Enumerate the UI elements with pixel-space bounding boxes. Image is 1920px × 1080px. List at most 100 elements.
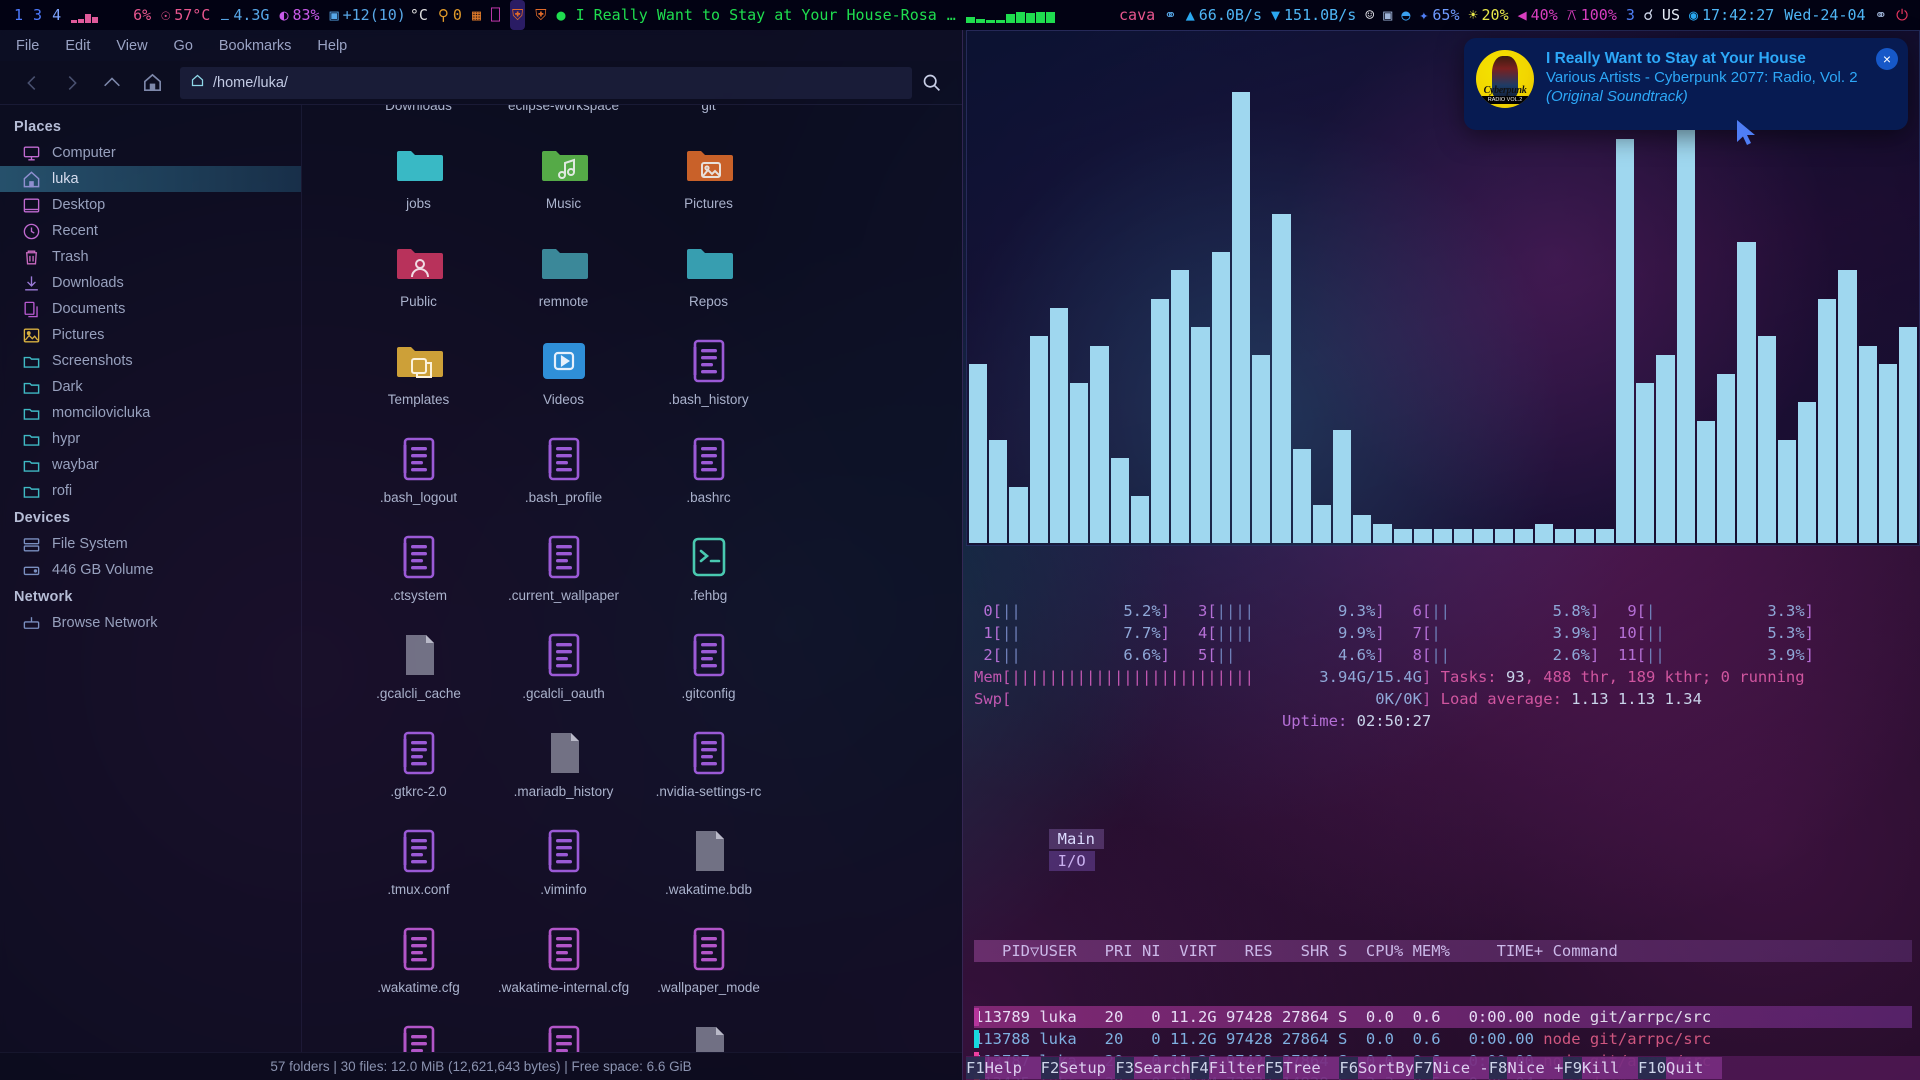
fkey-label-help[interactable]: Help	[984, 1057, 1041, 1079]
bell-dot-icon[interactable]: ☌	[1644, 0, 1653, 30]
menu-file[interactable]: File	[16, 38, 39, 54]
file-item[interactable]: .gitconfig	[636, 625, 781, 723]
file-item[interactable]: .wakatime-internal.cfg	[491, 919, 636, 1017]
file-item[interactable]: .bash_logout	[346, 429, 491, 527]
search-icon[interactable]	[912, 66, 950, 100]
file-item[interactable]: Music	[491, 135, 636, 233]
back-arrow-icon[interactable]	[12, 66, 52, 100]
menu-help[interactable]: Help	[317, 38, 347, 54]
file-item[interactable]: .fehbg	[636, 527, 781, 625]
file-item[interactable]: .zcompdump-arch-5.9.zwc	[636, 1017, 781, 1052]
file-item[interactable]: .gtkrc-2.0	[346, 723, 491, 821]
clock-indicator[interactable]: ◉ 17:42:27 Wed-24-04	[1689, 0, 1866, 30]
fkey-f8[interactable]: F8	[1488, 1057, 1508, 1079]
keyboard-layout[interactable]: US	[1662, 0, 1680, 30]
file-item[interactable]: .ctsystem	[346, 527, 491, 625]
gpu-temp-indicator[interactable]: ▣ +12(10) °C	[330, 0, 428, 30]
fkey-label-setup[interactable]: Setup	[1059, 1057, 1116, 1079]
process-row[interactable]: 113789 luka 20 0 11.2G 97428 27864 S 0.0…	[974, 1006, 1912, 1028]
updates-indicator[interactable]: ⚲ 0	[438, 0, 462, 30]
toolbox-icon-2[interactable]: ⛨	[535, 0, 546, 30]
network-device-icon[interactable]: ⚭	[1164, 0, 1177, 30]
fkey-f2[interactable]: F2	[1040, 1057, 1060, 1079]
fkey-f5[interactable]: F5	[1264, 1057, 1284, 1079]
fkey-f1[interactable]: F1	[966, 1057, 985, 1079]
sidebar-item-dark[interactable]: Dark	[0, 374, 301, 400]
sidebar-item-screenshots[interactable]: Screenshots	[0, 348, 301, 374]
fkey-f9[interactable]: F9	[1563, 1057, 1583, 1079]
fkey-label-filter[interactable]: Filter	[1208, 1057, 1265, 1079]
notification-popup[interactable]: Cyberpunk RADIO VOL.2 I Really Want to S…	[1464, 38, 1908, 130]
spotify-icon[interactable]: ●	[557, 0, 566, 30]
fkey-f3[interactable]: F3	[1115, 1057, 1135, 1079]
workspace-1[interactable]: 1	[14, 0, 23, 30]
fkey-label-kill[interactable]: Kill	[1582, 1057, 1639, 1079]
eye-slash-icon[interactable]: ⚭	[1875, 0, 1888, 30]
fkey-label-tree[interactable]: Tree	[1283, 1057, 1340, 1079]
forward-arrow-icon[interactable]	[52, 66, 92, 100]
sidebar-item-desktop[interactable]: Desktop	[0, 192, 301, 218]
file-item[interactable]: Public	[346, 233, 491, 331]
temperature-indicator[interactable]: ☉ 57°C	[161, 0, 210, 30]
sidebar-item-downloads[interactable]: Downloads	[0, 270, 301, 296]
fkey-label-sortby[interactable]: SortBy	[1358, 1057, 1415, 1079]
file-item[interactable]: .bashrc	[636, 429, 781, 527]
file-item[interactable]: .gcalcli_cache	[346, 625, 491, 723]
fkey-f10[interactable]: F10	[1638, 1057, 1667, 1079]
file-item[interactable]: Pictures	[636, 135, 781, 233]
file-item[interactable]: .wakatime.cfg	[346, 919, 491, 1017]
net-download-indicator[interactable]: ▼ 151.0B/s	[1271, 0, 1356, 30]
file-item[interactable]: .wget-hsts	[346, 1017, 491, 1052]
bluetooth-off-icon[interactable]: ◓	[1401, 0, 1410, 30]
fkey-f7[interactable]: F7	[1414, 1057, 1433, 1079]
sidebar-item-trash[interactable]: Trash	[0, 244, 301, 270]
menu-view[interactable]: View	[116, 38, 147, 54]
file-item[interactable]: .nvidia-settings-rc	[636, 723, 781, 821]
file-item[interactable]: git	[636, 105, 781, 135]
file-item[interactable]: .bash_profile	[491, 429, 636, 527]
brightness-indicator[interactable]: ☀ 20%	[1468, 0, 1508, 30]
process-table-header[interactable]: PID▽USER PRI NI VIRT RES SHR S CPU% MEM%…	[974, 940, 1912, 962]
microphone-indicator[interactable]: ⚻ 100%	[1567, 0, 1617, 30]
sidebar-item-446-gb-volume[interactable]: 446 GB Volume	[0, 557, 301, 583]
tab-main[interactable]: Main	[1048, 829, 1104, 849]
sidebar-item-rofi[interactable]: rofi	[0, 478, 301, 504]
fkey-label-nice -[interactable]: Nice -	[1432, 1057, 1489, 1079]
workspace-4[interactable]: 4	[52, 0, 61, 30]
sidebar-item-luka[interactable]: luka	[0, 166, 301, 192]
file-item[interactable]: .wallpaper_mode	[636, 919, 781, 1017]
home-icon[interactable]	[132, 66, 172, 100]
sidebar-item-file-system[interactable]: File System	[0, 531, 301, 557]
sidebar-item-hypr[interactable]: hypr	[0, 426, 301, 452]
cpu-indicator[interactable]: 6%	[133, 0, 151, 30]
file-item[interactable]: .mariadb_history	[491, 723, 636, 821]
sidebar-item-computer[interactable]: Computer	[0, 140, 301, 166]
keyboard-brightness-indicator[interactable]: ✦ 65%	[1419, 0, 1459, 30]
fkey-label-search[interactable]: Search	[1134, 1057, 1191, 1079]
file-grid-pane[interactable]: Downloads eclipse-workspace git jobs Music Pi…	[302, 105, 962, 1052]
path-bar[interactable]: /home/luka/	[180, 66, 912, 99]
fkey-label-nice +[interactable]: Nice +	[1507, 1057, 1564, 1079]
file-item[interactable]: remnote	[491, 233, 636, 331]
notification-count[interactable]: 3	[1626, 0, 1635, 30]
fkey-label-quit[interactable]: Quit	[1666, 1057, 1723, 1079]
memory-indicator[interactable]: ⚊ 4.3G	[220, 0, 269, 30]
toolbox-icon[interactable]: ⛨	[510, 0, 526, 30]
fkey-f6[interactable]: F6	[1339, 1057, 1359, 1079]
file-item[interactable]: Templates	[346, 331, 491, 429]
close-icon[interactable]: ×	[1876, 48, 1898, 70]
up-arrow-icon[interactable]	[92, 66, 132, 100]
menu-bookmarks[interactable]: Bookmarks	[219, 38, 292, 54]
file-item[interactable]: .current_wallpaper	[491, 527, 636, 625]
sidebar-item-browse-network[interactable]: Browse Network	[0, 610, 301, 636]
file-item[interactable]: .wakatime.bdb	[636, 821, 781, 919]
sidebar-item-waybar[interactable]: waybar	[0, 452, 301, 478]
workspace-3[interactable]: 3	[33, 0, 42, 30]
menu-go[interactable]: Go	[174, 38, 193, 54]
sidebar-item-documents[interactable]: Documents	[0, 296, 301, 322]
sidebar-item-pictures[interactable]: Pictures	[0, 322, 301, 348]
net-upload-indicator[interactable]: ▲ 66.0B/s	[1186, 0, 1262, 30]
file-item[interactable]: eclipse-workspace	[491, 105, 636, 135]
discord-icon[interactable]: ☺	[1365, 0, 1374, 30]
process-row[interactable]: 113788 luka 20 0 11.2G 97428 27864 S 0.0…	[974, 1028, 1912, 1050]
